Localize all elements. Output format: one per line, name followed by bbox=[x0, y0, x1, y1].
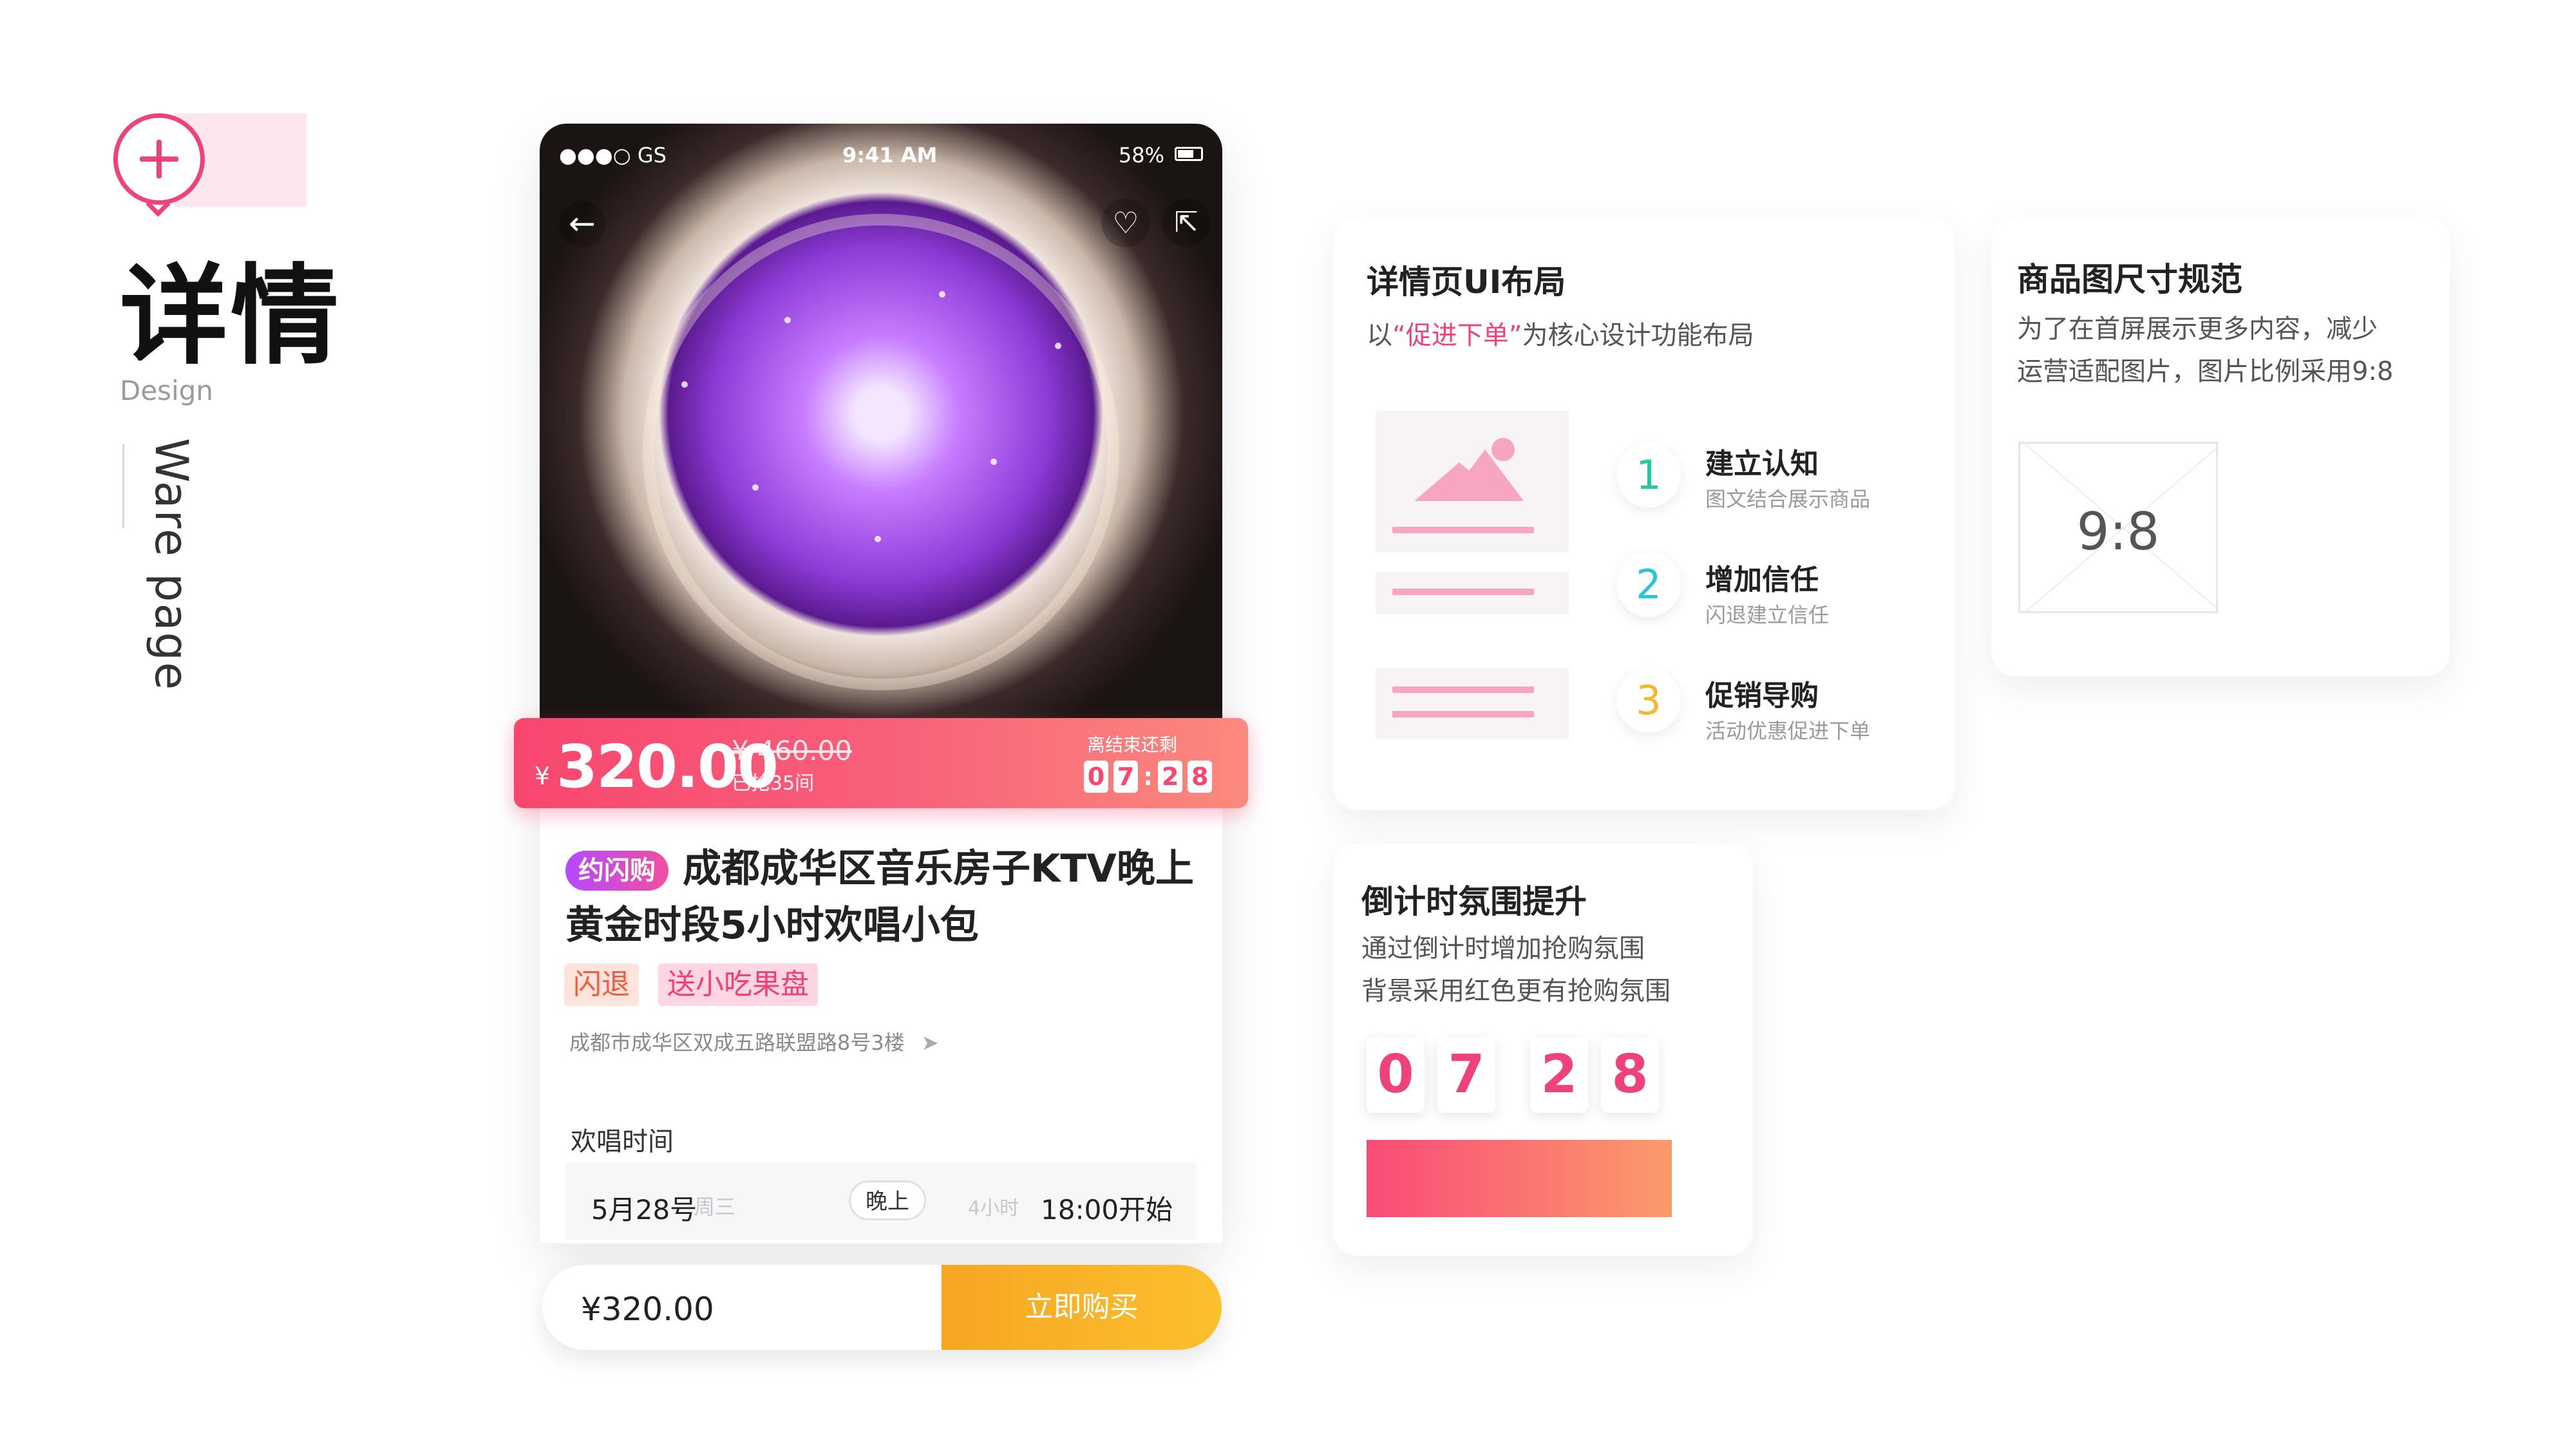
product-hero-image: ●●●○ GS 9:41 AM 58% ← ♡ ⇱ bbox=[540, 124, 1222, 729]
brand-mark bbox=[113, 113, 307, 217]
layout-card-desc: 以“促进下单”为核心设计功能布局 bbox=[1367, 314, 1754, 357]
step-title: 建立认知 bbox=[1705, 448, 1819, 480]
flash-sale-price-band: ¥ 320.00 ¥ 460.00 已抢35间 离结束还剩 07:28 bbox=[514, 718, 1248, 808]
light-dot bbox=[990, 459, 997, 465]
desc-prefix: 以 bbox=[1367, 321, 1392, 350]
step-subtitle: 闪退建立信任 bbox=[1705, 603, 1830, 627]
light-dot bbox=[939, 291, 945, 298]
wireframe-line bbox=[1392, 527, 1534, 533]
desc-suffix: 为核心设计功能布局 bbox=[1522, 321, 1754, 350]
ratio-placeholder: 9:8 bbox=[2018, 442, 2218, 613]
layout-card-title: 详情页UI布局 bbox=[1367, 263, 1566, 301]
wireframe-text-block bbox=[1376, 572, 1569, 614]
step-title: 增加信任 bbox=[1705, 564, 1819, 596]
ceiling-ring bbox=[643, 214, 1119, 690]
light-dot bbox=[875, 536, 881, 542]
step-number: 3 bbox=[1616, 668, 1681, 733]
bottom-price: ¥320.00 bbox=[581, 1291, 714, 1328]
timer-digit: 2 bbox=[1158, 761, 1183, 793]
countdown-timer: 07:28 bbox=[1084, 761, 1217, 794]
schedule-weekday: 周三 bbox=[694, 1195, 736, 1219]
buy-now-button[interactable]: 立即购买 bbox=[942, 1265, 1222, 1350]
ratio-label: 9:8 bbox=[2076, 502, 2160, 562]
schedule-date: 5月28号 bbox=[591, 1194, 697, 1226]
step-number: 2 bbox=[1616, 553, 1681, 617]
gradient-swatch bbox=[1367, 1140, 1672, 1217]
wireframe-line bbox=[1392, 589, 1534, 595]
product-title: 约闪购 成都成华区音乐房子KTV晚上黄金时段5小时欢唱小包 bbox=[565, 840, 1197, 954]
countdown-card: 倒计时氛围提升 通过倒计时增加抢购氛围 背景采用红色更有抢购氛围 0 7 2 8 bbox=[1333, 844, 1753, 1256]
status-bar: ●●●○ GS 9:41 AM 58% bbox=[540, 137, 1222, 175]
wireframe-line bbox=[1392, 711, 1534, 717]
plus-circle-icon bbox=[113, 113, 205, 205]
location-arrow-icon: ➤ bbox=[921, 1030, 939, 1055]
bottom-purchase-bar: ¥320.00 立即购买 bbox=[542, 1265, 1222, 1350]
timer-colon: : bbox=[1143, 762, 1153, 791]
step-title: 促销导购 bbox=[1705, 679, 1819, 712]
status-time: 9:41 AM bbox=[842, 143, 938, 167]
light-dot bbox=[1055, 343, 1061, 349]
timer-digit: 0 bbox=[1084, 761, 1108, 793]
desc-highlight: “促进下单” bbox=[1392, 321, 1522, 350]
countdown-card-desc-2: 背景采用红色更有抢购氛围 bbox=[1361, 976, 1671, 1006]
wireframe-promo-block bbox=[1376, 668, 1569, 739]
page-title: 详情 bbox=[120, 253, 341, 379]
currency-symbol: ¥ bbox=[535, 762, 551, 790]
venue-address[interactable]: 成都市成华区双成五路联盟路8号3楼 ➤ bbox=[569, 1027, 939, 1056]
countdown-digit: 8 bbox=[1601, 1037, 1659, 1113]
schedule-start: 18:00开始 bbox=[1041, 1194, 1173, 1226]
light-dot bbox=[752, 484, 759, 491]
countdown-digit: 0 bbox=[1367, 1037, 1425, 1113]
page-subtitle: Design bbox=[120, 375, 214, 406]
ratio-card-desc-2: 运营适配图片，图片比例采用9:8 bbox=[2017, 357, 2394, 386]
carrier-signal: ●●●○ GS bbox=[559, 143, 667, 167]
wireframe-mountain bbox=[1446, 450, 1524, 501]
heart-icon[interactable]: ♡ bbox=[1101, 198, 1150, 247]
image-ratio-card: 商品图尺寸规范 为了在首屏展示更多内容，减少 运营适配图片，图片比例采用9:8 … bbox=[1991, 218, 2450, 676]
timer-digit: 7 bbox=[1113, 761, 1138, 793]
back-arrow-icon[interactable]: ← bbox=[559, 201, 605, 247]
countdown-digit: 2 bbox=[1530, 1037, 1588, 1113]
address-text: 成都市成华区双成五路联盟路8号3楼 bbox=[569, 1030, 905, 1055]
phone-mockup: ●●●○ GS 9:41 AM 58% ← ♡ ⇱ bbox=[540, 124, 1222, 1244]
flash-buy-badge: 约闪购 bbox=[565, 851, 668, 891]
step-number: 1 bbox=[1616, 443, 1681, 507]
countdown-card-desc-1: 通过倒计时增加抢购氛围 bbox=[1361, 934, 1645, 963]
layout-card: 详情页UI布局 以“促进下单”为核心设计功能布局 1 建立认知 图文结合展示商品… bbox=[1333, 218, 1955, 810]
sold-count: 已抢35间 bbox=[732, 772, 815, 795]
schedule-section: 欢唱时间 5月28号 周三 晚上 4小时 18:00开始 bbox=[540, 1095, 1222, 1243]
wireframe-image-block bbox=[1376, 411, 1569, 553]
step-subtitle: 活动优惠促进下单 bbox=[1705, 719, 1871, 743]
countdown-card-title: 倒计时氛围提升 bbox=[1361, 883, 1587, 920]
countdown-digit: 7 bbox=[1437, 1037, 1495, 1113]
schedule-row[interactable]: 5月28号 周三 晚上 4小时 18:00开始 bbox=[565, 1162, 1197, 1240]
period-pill[interactable]: 晚上 bbox=[849, 1180, 926, 1220]
step-subtitle: 图文结合展示商品 bbox=[1705, 487, 1871, 511]
tag-gift: 送小吃果盘 bbox=[658, 963, 818, 1006]
vertical-caption: Ware page bbox=[145, 438, 198, 692]
battery-icon bbox=[1175, 147, 1203, 161]
divider bbox=[122, 444, 124, 528]
ratio-card-desc-1: 为了在首屏展示更多内容，减少 bbox=[2017, 314, 2378, 344]
countdown-label: 离结束还剩 bbox=[1087, 734, 1178, 755]
tag-refund: 闪退 bbox=[564, 963, 639, 1006]
schedule-label: 欢唱时间 bbox=[571, 1127, 674, 1157]
original-price: ¥ 460.00 bbox=[732, 735, 853, 766]
light-dot bbox=[784, 317, 791, 323]
ratio-card-title: 商品图尺寸规范 bbox=[2017, 261, 2242, 298]
schedule-duration: 4小时 bbox=[968, 1197, 1019, 1220]
light-dot bbox=[681, 381, 688, 388]
timer-digit: 8 bbox=[1188, 761, 1213, 793]
battery-level: 58% bbox=[1118, 143, 1164, 167]
wireframe-line bbox=[1392, 687, 1534, 693]
share-icon[interactable]: ⇱ bbox=[1162, 198, 1211, 247]
